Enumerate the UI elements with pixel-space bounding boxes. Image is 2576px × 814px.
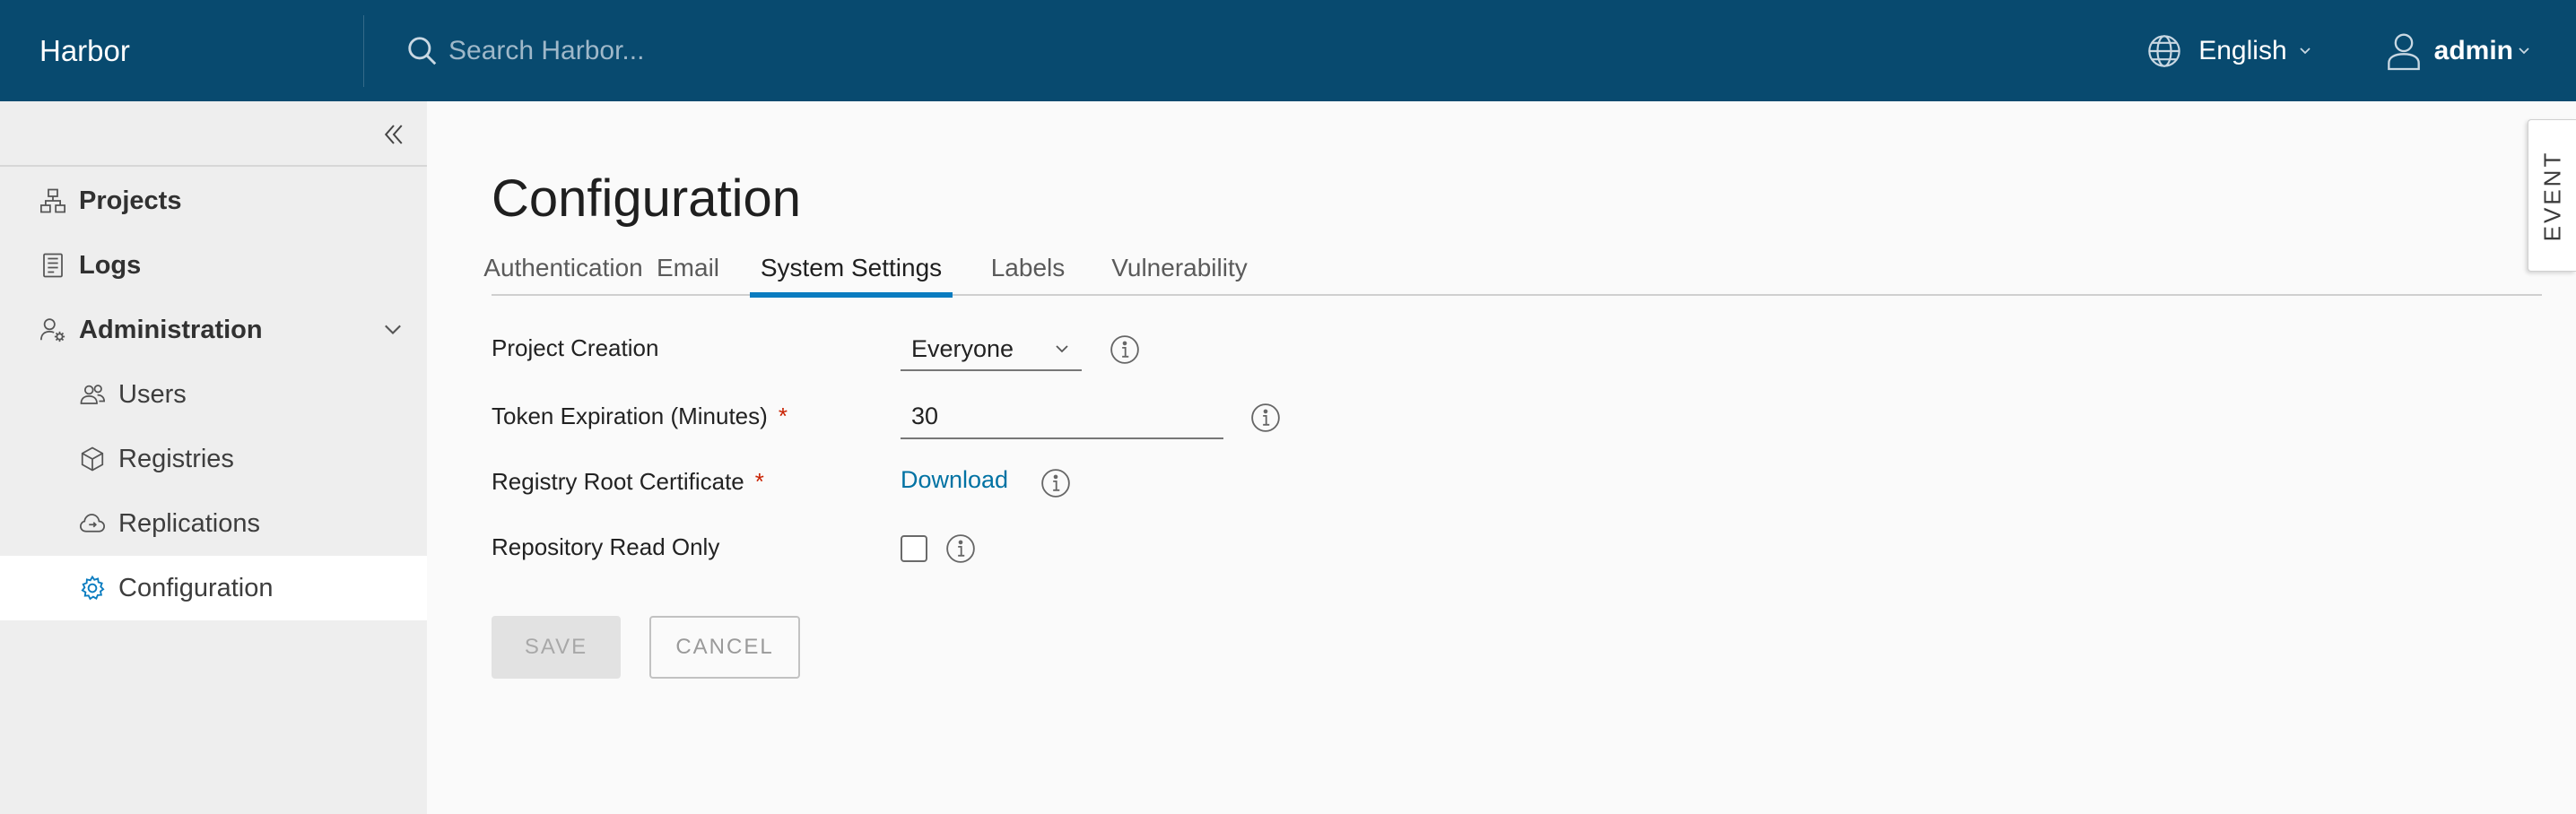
field-label: Registry Root Certificate bbox=[492, 468, 744, 495]
top-header: Harbor English admin bbox=[0, 0, 2576, 101]
download-certificate-link[interactable]: Download bbox=[901, 466, 1008, 494]
project-creation-label: Project Creation bbox=[492, 334, 658, 362]
sidebar-item-label: Replications bbox=[118, 508, 260, 538]
required-marker: * bbox=[778, 403, 788, 429]
logs-icon bbox=[39, 252, 66, 279]
sidebar-item-label: Configuration bbox=[118, 573, 274, 602]
info-icon[interactable] bbox=[1250, 403, 1281, 433]
field-label: Token Expiration (Minutes) bbox=[492, 403, 768, 429]
event-tab-label: EVENT bbox=[2538, 150, 2565, 241]
sidebar-item-label: Logs bbox=[79, 250, 142, 280]
field-label: Project Creation bbox=[492, 334, 659, 361]
brand-logo[interactable]: Harbor bbox=[0, 0, 363, 101]
sidebar-item-administration[interactable]: Administration bbox=[0, 298, 427, 362]
registries-icon bbox=[79, 446, 106, 472]
tab-vulnerability[interactable]: Vulnerability bbox=[1103, 240, 1256, 296]
globe-icon bbox=[2148, 34, 2180, 67]
sidebar-item-label: Users bbox=[118, 379, 187, 409]
search-input[interactable] bbox=[447, 34, 895, 67]
sidebar: Projects Logs Administration Users Regis… bbox=[0, 101, 427, 814]
username-label: admin bbox=[2433, 35, 2513, 65]
tab-system-settings[interactable]: System Settings bbox=[750, 240, 953, 298]
administration-icon bbox=[39, 316, 66, 343]
sidebar-item-logs[interactable]: Logs bbox=[0, 233, 427, 298]
double-chevron-left-icon[interactable] bbox=[380, 121, 407, 148]
search-icon bbox=[408, 36, 437, 65]
sidebar-item-replications[interactable]: Replications bbox=[0, 491, 427, 556]
info-icon[interactable] bbox=[945, 533, 976, 564]
tab-email[interactable]: Email bbox=[657, 240, 719, 296]
field-label: Repository Read Only bbox=[492, 533, 720, 560]
required-marker: * bbox=[754, 468, 764, 495]
chevron-down-icon bbox=[2519, 47, 2529, 54]
repository-read-only-checkbox[interactable] bbox=[901, 535, 927, 562]
chevron-down-icon bbox=[385, 325, 401, 334]
token-expiration-input[interactable] bbox=[901, 394, 1223, 439]
info-icon[interactable] bbox=[1040, 468, 1071, 498]
global-search[interactable] bbox=[405, 0, 895, 101]
sidebar-item-configuration[interactable]: Configuration bbox=[0, 556, 427, 620]
sidebar-item-label: Registries bbox=[118, 444, 234, 473]
users-icon bbox=[79, 381, 106, 408]
sidebar-item-registries[interactable]: Registries bbox=[0, 427, 427, 491]
info-icon[interactable] bbox=[1110, 334, 1140, 365]
repository-read-only-label: Repository Read Only bbox=[492, 533, 719, 561]
sidebar-item-projects[interactable]: Projects bbox=[0, 169, 427, 233]
chevron-down-icon bbox=[2300, 47, 2311, 54]
page-title: Configuration bbox=[492, 169, 801, 228]
replications-icon bbox=[79, 510, 106, 537]
project-creation-select[interactable]: Everyone bbox=[901, 328, 1082, 371]
sidebar-item-label: Projects bbox=[79, 186, 182, 215]
event-panel-tab[interactable]: EVENT bbox=[2528, 119, 2576, 272]
save-button[interactable]: SAVE bbox=[492, 616, 621, 679]
tab-bar: Authentication Email System Settings Lab… bbox=[483, 240, 2542, 298]
token-expiration-label: Token Expiration (Minutes) * bbox=[492, 403, 788, 430]
tab-labels[interactable]: Labels bbox=[988, 240, 1067, 296]
sidebar-item-users[interactable]: Users bbox=[0, 362, 427, 427]
sidebar-collapse-row bbox=[0, 101, 427, 167]
gear-icon bbox=[79, 575, 106, 602]
language-selector[interactable]: English bbox=[2146, 33, 2311, 69]
user-menu[interactable]: admin bbox=[2386, 31, 2531, 71]
select-value: Everyone bbox=[911, 334, 1014, 362]
projects-icon bbox=[39, 187, 66, 214]
chevron-down-icon bbox=[1056, 345, 1068, 353]
language-label: English bbox=[2198, 35, 2287, 65]
user-icon bbox=[2387, 32, 2420, 70]
sidebar-item-label: Administration bbox=[79, 315, 263, 344]
registry-root-certificate-label: Registry Root Certificate * bbox=[492, 468, 764, 496]
header-divider bbox=[363, 14, 364, 87]
tab-authentication[interactable]: Authentication bbox=[483, 240, 642, 296]
cancel-button[interactable]: CANCEL bbox=[649, 616, 800, 679]
